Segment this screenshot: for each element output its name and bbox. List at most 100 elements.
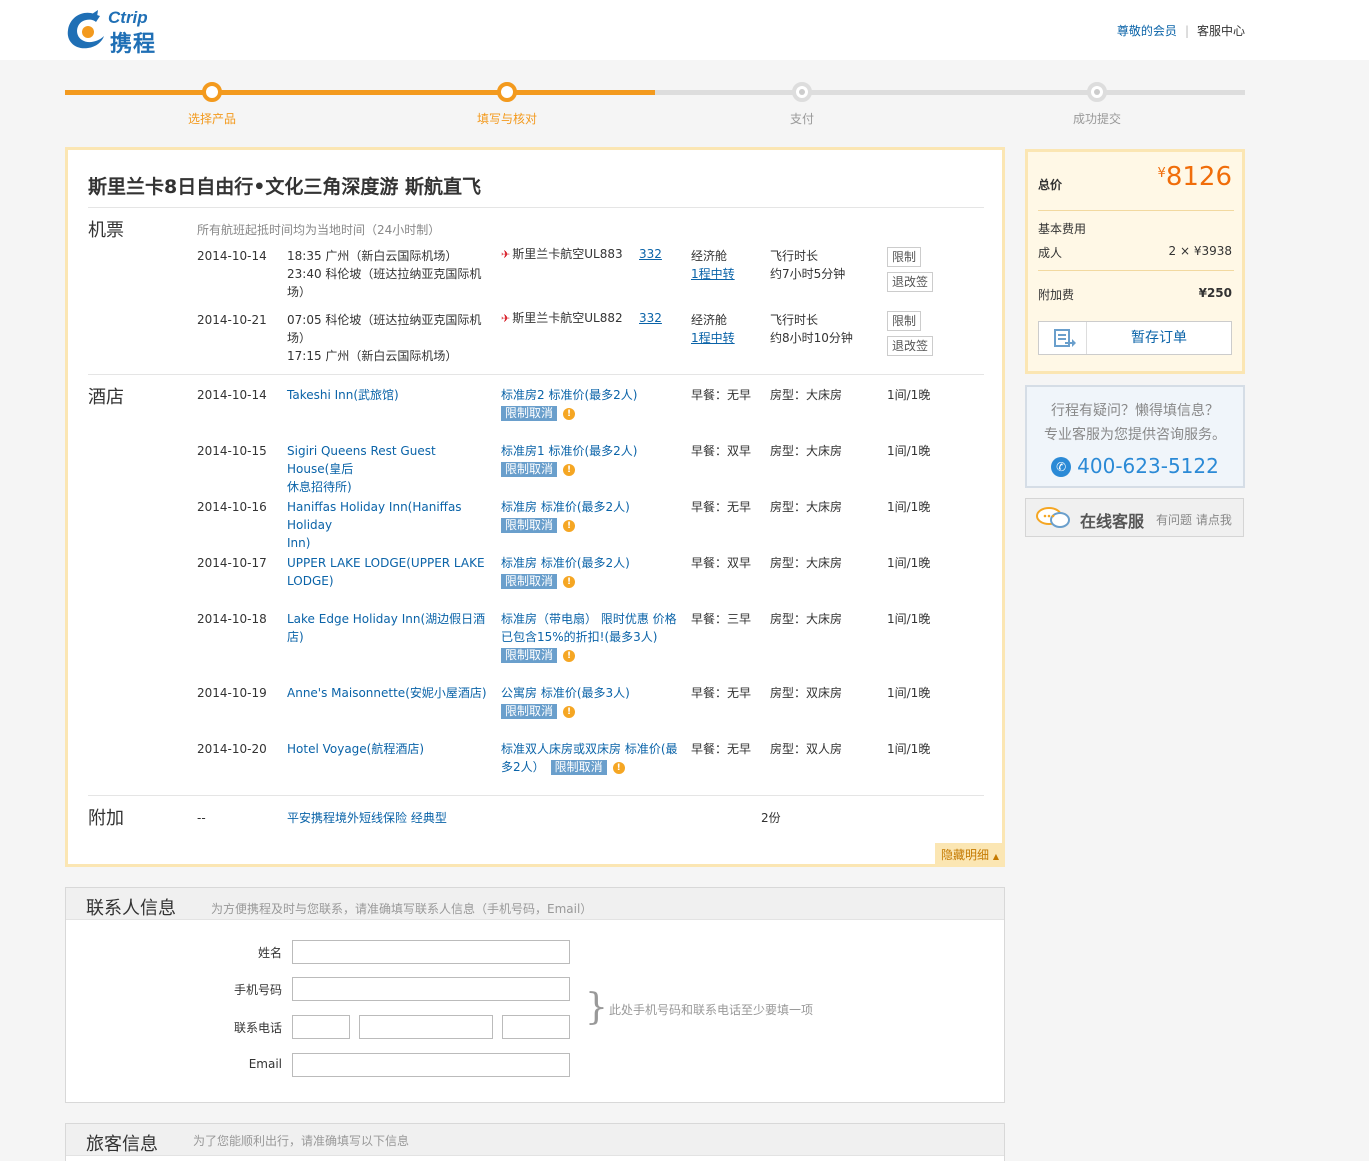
online-service-button[interactable]: 在线客服 有问题 请点我 (1025, 498, 1244, 537)
insurance-link[interactable]: 平安携程境外短线保险 经典型 (287, 809, 447, 827)
bed-type: 房型：大床房 (770, 388, 843, 402)
adult-fee-row: 成人 2 × ¥3938 (1038, 244, 1232, 261)
room-type-line: 限制取消! (501, 460, 681, 478)
step-dot (497, 82, 517, 102)
room-type-line[interactable]: 标准房（带电扇） 限时优惠 价格 (501, 610, 681, 628)
warning-icon[interactable]: ! (563, 463, 576, 476)
extra-quantity: 2份 (761, 811, 781, 825)
breakfast-info: 早餐：双早 (691, 556, 752, 570)
hotline: ✆ 400-623-5122 (1027, 454, 1243, 478)
phone-area-code-input[interactable] (292, 1015, 350, 1039)
room-type-text[interactable]: 已包含15%的折扣!(最多3人) (501, 630, 657, 644)
warning-icon[interactable]: ! (563, 407, 576, 420)
flight-cabin: 经济舱 (691, 249, 728, 263)
hotel-name-link[interactable]: UPPER LAKE LODGE(UPPER LAKE LODGE) (287, 554, 492, 590)
step-label: 支付 (789, 112, 814, 126)
contact-panel: 联系人信息 为方便携程及时与您联系，请准确填写联系人信息（手机号码，Email）… (65, 887, 1005, 1103)
hotel-name-link[interactable]: Sigiri Queens Rest Guest House(皇后 休息招待所) (287, 442, 492, 496)
room-type-line[interactable]: 标准房 标准价(最多2人) (501, 554, 681, 572)
hotel-name-line: LODGE) (287, 574, 334, 588)
phone-number-input[interactable] (359, 1015, 493, 1039)
restriction-button[interactable]: 限制 (887, 311, 922, 331)
hotel-name-link[interactable]: Takeshi Inn(武旅馆) (287, 386, 492, 404)
chat-bubble-icon (1036, 507, 1070, 528)
refund-change-button[interactable]: 退改签 (887, 272, 934, 292)
flight-route: 18:35 广州（新白云国际机场） 23:40 科伦坡（班达拉纳亚克国际机 场） (287, 247, 487, 301)
help-line-1: 行程有疑问？懒得填信息？ (1051, 403, 1219, 419)
cancel-policy-tag[interactable]: 限制取消 (501, 574, 558, 589)
hotel-name-link[interactable]: Hotel Voyage(航程酒店) (287, 740, 492, 758)
cancel-policy-tag[interactable]: 限制取消 (501, 518, 558, 533)
divider (1038, 210, 1234, 211)
contact-title: 联系人信息 (86, 898, 176, 919)
cancel-policy-tag[interactable]: 限制取消 (501, 648, 558, 663)
hotel-name-link[interactable]: Anne's Maisonnette(安妮小屋酒店) (287, 684, 492, 702)
online-service-title: 在线客服 (1080, 512, 1145, 531)
room-quantity: 1间/1晚 (887, 444, 931, 458)
hotline-number: 400-623-5122 (1077, 454, 1219, 478)
warning-icon[interactable]: ! (563, 649, 576, 662)
transfer-link[interactable]: 1程中转 (691, 265, 735, 283)
warning-icon[interactable]: ! (563, 519, 576, 532)
cancel-policy-tag[interactable]: 限制取消 (550, 760, 607, 775)
name-label: 姓名 (257, 946, 282, 960)
flight-duration: 约7小时5分钟 (770, 267, 846, 281)
transfer-link[interactable]: 1程中转 (691, 329, 735, 347)
hotel-section-title: 酒店 (88, 387, 124, 408)
step-dot (202, 82, 222, 102)
service-center-link[interactable]: 客服中心 (1197, 24, 1245, 38)
room-type-line[interactable]: 标准房1 标准价(最多2人) (501, 442, 681, 460)
refund-change-button[interactable]: 退改签 (887, 336, 934, 356)
hotel-name-line: Anne's Maisonnette(安妮小屋酒店) (287, 686, 487, 700)
total-price-label: 总价 (1038, 178, 1063, 192)
airline-logo-icon: ✈ (501, 248, 511, 261)
contact-hint: 此处手机号码和联系电话至少要填一项 (609, 1003, 814, 1017)
room-type-line[interactable]: 公寓房 标准价(最多3人) (501, 684, 681, 702)
step-label: 选择产品 (187, 112, 236, 126)
member-link[interactable]: 尊敬的会员 (1117, 24, 1177, 38)
save-order-label: 暂存订单 (1131, 330, 1187, 346)
hotel-name-link[interactable]: Haniffas Holiday Inn(Haniffas Holiday Inn… (287, 498, 492, 552)
warning-icon[interactable]: ! (612, 761, 625, 774)
cancel-policy-tag[interactable]: 限制取消 (501, 704, 558, 719)
total-price: ¥8126 (1158, 162, 1232, 192)
flight-section-title: 机票 (88, 220, 124, 241)
name-input[interactable] (292, 940, 570, 964)
save-order-button[interactable]: 暂存订单 (1038, 321, 1232, 355)
cancel-policy-tag[interactable]: 限制取消 (501, 406, 558, 421)
header-separator: | (1184, 24, 1189, 38)
booking-progress: 选择产品 填写与核对 支付 成功提交 (65, 82, 1245, 127)
warning-icon[interactable]: ! (563, 575, 576, 588)
hotel-name-link[interactable]: Lake Edge Holiday Inn(湖边假日酒店) (287, 610, 492, 646)
route-line: 17:15 广州（新白云国际机场） (287, 349, 458, 363)
hotel-date: 2014-10-18 (197, 612, 267, 626)
room-type-line[interactable]: 标准房2 标准价(最多2人) (501, 386, 681, 404)
step-fill-verify: 填写与核对 (447, 82, 567, 127)
step-submitted: 成功提交 (1037, 82, 1157, 127)
room-type-line[interactable]: 标准房 标准价(最多2人) (501, 498, 681, 516)
room-type-line[interactable]: 标准双人床房或双床房 标准价(最 (501, 740, 681, 758)
airline-logo-icon: ✈ (501, 312, 511, 325)
room-quantity: 1间/1晚 (887, 556, 931, 570)
aircraft-type-link[interactable]: 332 (639, 245, 662, 263)
email-input[interactable] (292, 1053, 570, 1077)
route-line: 场） (287, 285, 312, 299)
warning-icon[interactable]: ! (563, 705, 576, 718)
hotel-date: 2014-10-20 (197, 742, 267, 756)
breakfast-info: 早餐：无早 (691, 742, 752, 756)
dolphin-logo-icon (67, 10, 104, 49)
mobile-input[interactable] (292, 977, 570, 1001)
restriction-button[interactable]: 限制 (887, 247, 922, 267)
aircraft-type-link[interactable]: 332 (639, 309, 662, 327)
hide-detail-button[interactable]: 隐藏明细 ▲ (935, 843, 1005, 867)
breakfast-info: 早餐：无早 (691, 388, 752, 402)
room-type: 标准房 标准价(最多2人) 限制取消! (501, 498, 681, 534)
cancel-policy-tag[interactable]: 限制取消 (501, 462, 558, 477)
ctrip-logo[interactable]: Ctrip 携程 (64, 8, 184, 57)
room-type-text[interactable]: 多2人） (501, 760, 545, 774)
logo-text-cn: 携程 (110, 32, 157, 57)
flight-route: 07:05 科伦坡（班达拉纳亚克国际机 场） 17:15 广州（新白云国际机场） (287, 311, 487, 365)
phone-extension-input[interactable] (502, 1015, 570, 1039)
hotel-date: 2014-10-15 (197, 444, 267, 458)
hotel-date: 2014-10-19 (197, 686, 267, 700)
